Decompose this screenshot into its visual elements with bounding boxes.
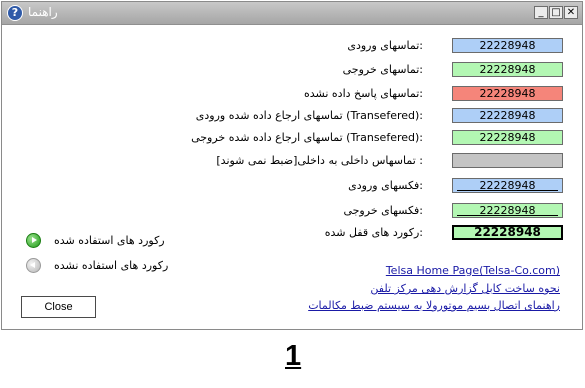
color-box-outgoing-faxes: 22228948	[452, 203, 563, 218]
color-box-internal-calls	[452, 153, 563, 168]
telsa-home-link[interactable]: Telsa Home Page(Telsa-Co.com)	[386, 264, 560, 277]
page-number: 1	[285, 340, 302, 372]
color-box-transferred-incoming: 22228948	[452, 108, 563, 123]
row-label-unanswered-calls: :تماسهای پاسخ داده نشده	[304, 87, 423, 100]
color-box-unanswered-calls: 22228948	[452, 86, 563, 101]
color-box-transferred-outgoing: 22228948	[452, 130, 563, 145]
row-label-incoming-calls: :تماسهای ورودی	[347, 39, 423, 52]
row-label-incoming-faxes: :فکسهای ورودی	[348, 179, 423, 192]
back-icon	[26, 258, 41, 273]
legend-unused-records: رکورد های استفاده نشده	[54, 259, 169, 272]
play-icon	[26, 233, 41, 248]
color-box-locked-records: 22228948	[452, 225, 563, 240]
title-bar: ? راهنما _ □ ✕	[2, 2, 582, 25]
minimize-button[interactable]: _	[534, 6, 548, 19]
help-dialog: ? راهنما _ □ ✕ :تماسهای ورودی 22228948 :…	[1, 1, 583, 330]
color-box-incoming-faxes: 22228948	[452, 178, 563, 193]
row-label-internal-calls: : تماسهاس داخلی به داخلی[ضبط نمی شوند]	[216, 154, 423, 167]
close-button[interactable]: Close	[21, 296, 96, 318]
row-label-transferred-incoming: :(Transefered) تماسهای ارجاع داده شده ور…	[195, 109, 423, 122]
row-label-outgoing-faxes: :فکسهای خروجی	[343, 204, 423, 217]
maximize-button[interactable]: □	[549, 6, 563, 19]
row-label-outgoing-calls: :تماسهای خروجی	[342, 63, 423, 76]
color-box-incoming-calls: 22228948	[452, 38, 563, 53]
motorola-guide-link[interactable]: راهنمای اتصال بسیم موتورولا به سیستم ضبط…	[308, 299, 560, 312]
row-label-transferred-outgoing: :(Transefered) تماسهای ارجاع داده شده خر…	[191, 131, 423, 144]
window-title: راهنما	[28, 5, 58, 19]
help-icon[interactable]: ?	[7, 5, 23, 21]
row-label-locked-records: :رکورد های قفل شده	[324, 226, 423, 239]
color-box-outgoing-calls: 22228948	[452, 62, 563, 77]
report-cable-link[interactable]: نحوه ساخت کابل گزارش دهی مرکز تلفن	[370, 282, 560, 295]
close-window-button[interactable]: ✕	[564, 6, 578, 19]
legend-used-records: رکورد های استفاده شده	[54, 234, 165, 247]
